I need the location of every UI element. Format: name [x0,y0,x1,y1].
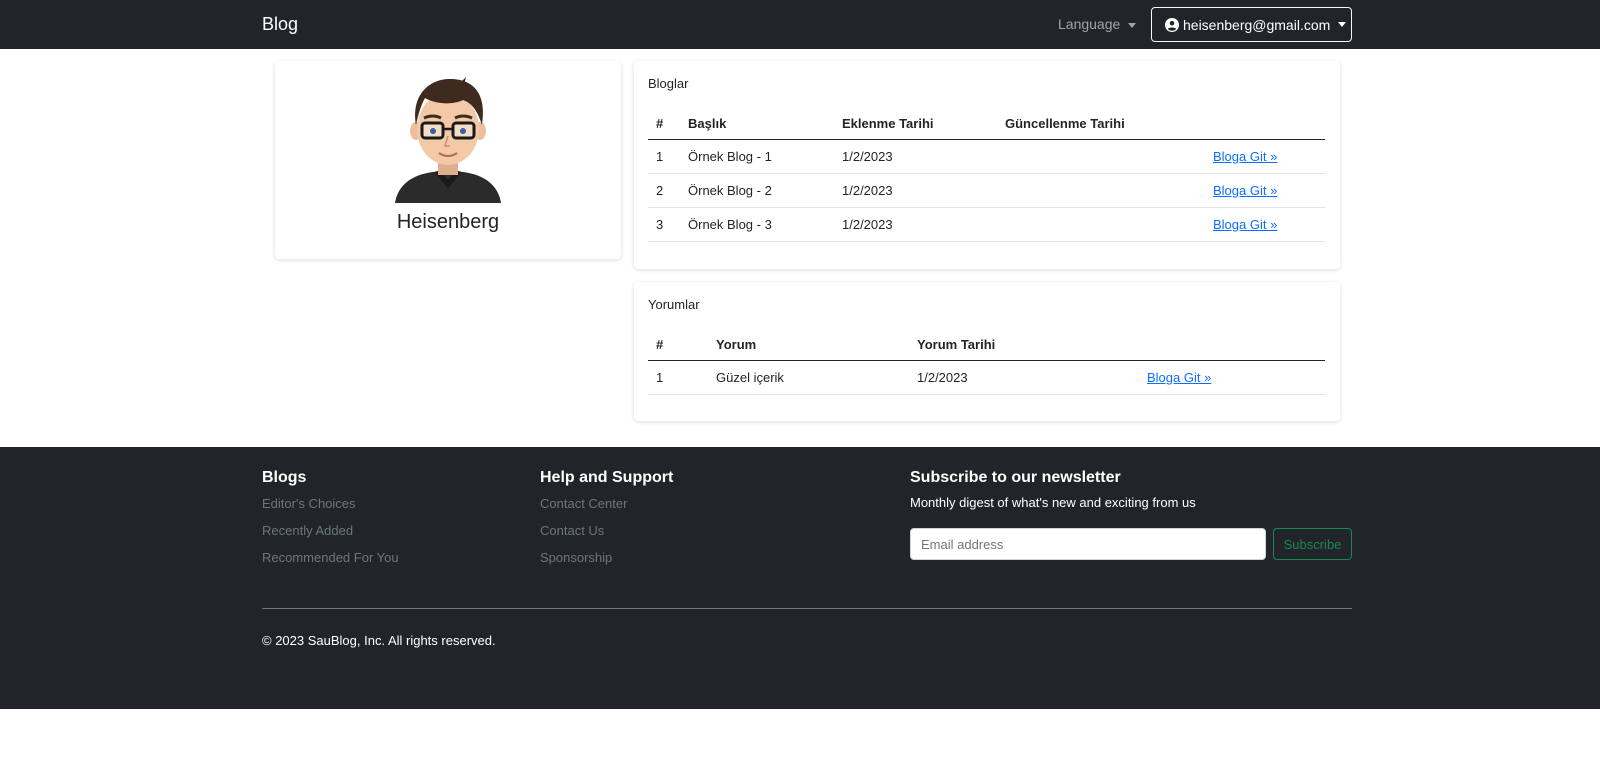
updated-date [997,173,1205,208]
newsletter-subtext: Monthly digest of what's new and excitin… [910,495,1196,510]
comments-table: # Yorum Yorum Tarihi 1 Güzel içerik 1/2/… [648,330,1325,395]
row-number: 3 [648,207,680,242]
column-header: Güncellenme Tarihi [997,109,1205,140]
footer-link-recommended[interactable]: Recommended For You [262,549,399,576]
column-header: Başlık [680,109,834,140]
go-to-blog-link[interactable]: Bloga Git » [1147,370,1211,385]
footer: Blogs Editor's Choices Recently Added Re… [0,447,1600,709]
column-header: Yorum [708,330,909,361]
table-row: 2 Örnek Blog - 2 1/2/2023 Bloga Git » [648,173,1325,208]
added-date: 1/2/2023 [834,207,997,242]
added-date: 1/2/2023 [834,139,997,174]
table-row: 3 Örnek Blog - 3 1/2/2023 Bloga Git » [648,207,1325,242]
column-header [1205,109,1325,140]
blog-title: Örnek Blog - 3 [680,207,834,242]
profile-name: Heisenberg [396,211,500,233]
blogs-card: Bloglar # Başlık Eklenme Tarihi Güncelle… [634,61,1340,269]
go-to-blog-link[interactable]: Bloga Git » [1213,217,1277,232]
table-row: 1 Örnek Blog - 1 1/2/2023 Bloga Git » [648,139,1325,174]
footer-support-heading: Help and Support [540,469,674,486]
subscribe-button[interactable]: Subscribe [1273,528,1352,560]
footer-link-contact-us[interactable]: Contact Us [540,522,673,549]
newsletter-heading: Subscribe to our newsletter [910,469,1121,486]
user-dropdown-button[interactable]: heisenberg@gmail.com [1151,7,1352,42]
row-number: 1 [648,139,680,174]
navbar: Blog Language heisenberg@gmail.com [0,0,1600,49]
copyright-text: © 2023 SauBlog, Inc. All rights reserved… [262,633,496,648]
updated-date [997,207,1205,242]
table-header-row: # Başlık Eklenme Tarihi Güncellenme Tari… [648,109,1325,140]
column-header [1139,330,1325,361]
brand-link[interactable]: Blog [262,14,298,35]
comments-card: Yorumlar # Yorum Yorum Tarihi 1 Güzel iç… [634,282,1340,421]
comment-date: 1/2/2023 [909,360,1139,395]
updated-date [997,139,1205,174]
footer-newsletter-column: Subscribe to our newsletter Monthly dige… [910,469,1196,510]
language-label: Language [1058,16,1121,32]
added-date: 1/2/2023 [834,173,997,208]
blogs-table: # Başlık Eklenme Tarihi Güncellenme Tari… [648,109,1325,242]
chevron-down-icon [1338,22,1347,27]
row-number: 1 [648,360,708,395]
user-circle-icon [1165,17,1179,32]
footer-divider [262,608,1352,609]
blog-title: Örnek Blog - 1 [680,139,834,174]
blogs-title: Bloglar [648,76,689,91]
newsletter-email-input[interactable] [910,528,1266,560]
comments-title: Yorumlar [648,297,700,312]
footer-link-recently-added[interactable]: Recently Added [262,522,399,549]
column-header: Eklenme Tarihi [834,109,997,140]
table-header-row: # Yorum Yorum Tarihi [648,330,1325,361]
table-row: 1 Güzel içerik 1/2/2023 Bloga Git » [648,360,1325,395]
footer-link-editors-choices[interactable]: Editor's Choices [262,495,399,522]
footer-link-contact-center[interactable]: Contact Center [540,495,673,522]
go-to-blog-link[interactable]: Bloga Git » [1213,183,1277,198]
footer-blogs-heading: Blogs [262,469,307,486]
user-email: heisenberg@gmail.com [1183,16,1331,33]
language-dropdown[interactable]: Language [1058,16,1137,32]
footer-link-sponsorship[interactable]: Sponsorship [540,549,673,576]
column-header: # [648,330,708,361]
column-header: # [648,109,680,140]
footer-support-column: Help and Support Contact Center Contact … [540,469,673,576]
avatar [395,77,501,203]
blog-title: Örnek Blog - 2 [680,173,834,208]
go-to-blog-link[interactable]: Bloga Git » [1213,149,1277,164]
chevron-down-icon [1128,22,1137,28]
row-number: 2 [648,173,680,208]
profile-card: Heisenberg [275,61,621,259]
footer-blogs-column: Blogs Editor's Choices Recently Added Re… [262,469,399,576]
column-header: Yorum Tarihi [909,330,1139,361]
comment-text: Güzel içerik [708,360,909,395]
